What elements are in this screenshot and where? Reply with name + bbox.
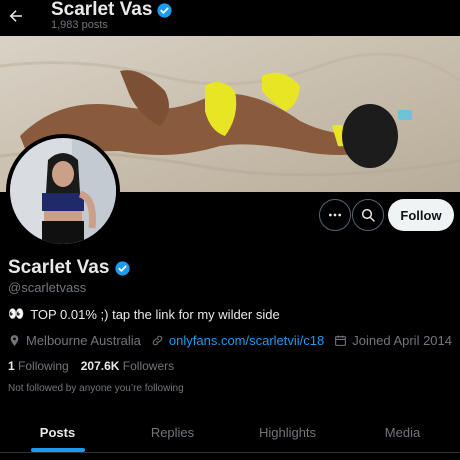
header-title: Scarlet Vas [51, 0, 173, 21]
following-stat[interactable]: 1 Following [8, 359, 69, 373]
website-link[interactable]: onlyfans.com/scarletvii/c18 [169, 333, 324, 348]
more-icon [329, 213, 341, 217]
joined-text: Joined April 2014 [352, 333, 452, 348]
profile-handle: @scarletvass [8, 280, 87, 295]
verified-badge-icon [157, 2, 173, 18]
search-button[interactable] [352, 199, 384, 231]
following-count: 1 [8, 359, 15, 373]
joined-date: Joined April 2014 [334, 333, 452, 348]
location-pin-icon [10, 335, 19, 346]
follow-button[interactable]: Follow [388, 199, 454, 231]
website[interactable]: onlyfans.com/scarletvii/c18 [151, 333, 324, 348]
profile-name: Scarlet Vas [8, 257, 131, 279]
eyes-emoji-icon: 👀 [8, 306, 25, 321]
location: Melbourne Australia [8, 333, 141, 348]
verified-badge-icon [115, 260, 131, 276]
tab-replies[interactable]: Replies [115, 412, 230, 452]
profile-tabs: Posts Replies Highlights Media [0, 412, 460, 452]
followers-label: Followers [122, 359, 175, 373]
calendar-icon [335, 335, 347, 346]
not-followed-note: Not followed by anyone you’re following [8, 383, 184, 394]
tab-label: Highlights [258, 424, 317, 440]
top-bar: Scarlet Vas 1,983 posts [0, 0, 460, 36]
post-count: 1,983 posts [51, 19, 108, 31]
location-text: Melbourne Australia [26, 333, 141, 348]
tab-media[interactable]: Media [345, 412, 460, 452]
link-icon [152, 335, 163, 346]
follow-stats: 1 Following 207.6K Followers [8, 359, 174, 373]
profile-name-text: Scarlet Vas [8, 257, 110, 278]
back-button[interactable] [4, 4, 28, 28]
avatar[interactable] [6, 134, 120, 248]
followers-count: 207.6K [80, 359, 120, 373]
search-icon [361, 208, 375, 222]
tab-label: Replies [150, 424, 195, 440]
header-name: Scarlet Vas [51, 0, 153, 20]
followers-stat[interactable]: 207.6K Followers [81, 359, 174, 373]
tab-label: Media [384, 424, 421, 440]
tab-label: Posts [39, 424, 76, 440]
profile-meta: Melbourne Australia onlyfans.com/scarlet… [8, 333, 460, 348]
profile-bio: 👀 TOP 0.01% ;) tap the link for my wilde… [8, 306, 280, 322]
tabs-divider [0, 452, 460, 453]
arrow-left-icon [9, 10, 22, 22]
following-label: Following [18, 359, 69, 373]
tab-posts[interactable]: Posts [0, 412, 115, 452]
more-button[interactable] [319, 199, 351, 231]
bio-text: TOP 0.01% ;) tap the link for my wilder … [30, 306, 280, 322]
tab-highlights[interactable]: Highlights [230, 412, 345, 452]
